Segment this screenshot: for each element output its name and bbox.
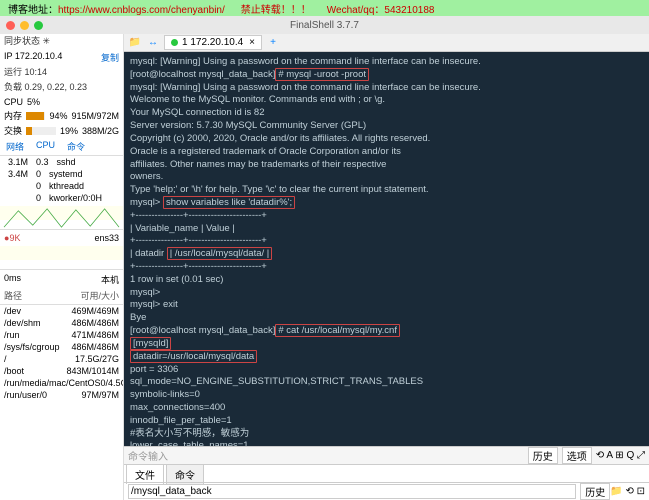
title-bar: FinalShell 3.7.7 xyxy=(0,16,649,34)
net-chart xyxy=(0,206,123,230)
tab-cpu[interactable]: CPU xyxy=(30,138,61,155)
add-tab-button[interactable]: + xyxy=(266,36,280,50)
window-title: FinalShell 3.7.7 xyxy=(290,20,359,31)
latency-chart xyxy=(0,246,123,270)
history-button[interactable]: 历史 xyxy=(528,447,558,464)
host-tab[interactable]: 1 172.20.10.4× xyxy=(164,35,262,50)
sync-icon[interactable]: ↔ xyxy=(146,36,160,50)
path-icons[interactable]: 📁 ⟲ ⊡ xyxy=(610,486,645,497)
close-tab-button[interactable]: × xyxy=(249,37,255,48)
folder-icon[interactable]: 📁 xyxy=(128,36,142,50)
blog-banner: 博客地址：https://www.cnblogs.com/chenyanbin/… xyxy=(0,0,649,16)
tab-commands[interactable]: 命令 xyxy=(166,464,204,484)
toolbar: 📁 ↔ 1 172.20.10.4× + xyxy=(124,34,649,52)
close-window-button[interactable] xyxy=(6,21,15,30)
command-input[interactable]: 命令输入 xyxy=(128,448,168,463)
options-button[interactable]: 选项 xyxy=(562,447,592,464)
command-bar: 命令输入 历史 选项 ⟲ A ⊞ Q ⤢ xyxy=(124,446,649,464)
terminal[interactable]: mysql: [Warning] Using a password on the… xyxy=(124,52,649,446)
path-history-button[interactable]: 历史 xyxy=(580,483,610,500)
path-input[interactable] xyxy=(128,484,576,499)
tab-cmd[interactable]: 命令 xyxy=(61,138,91,155)
sidebar: 同步状态 ✳ IP 172.20.10.4复制 运行 10:14 负载 0.29… xyxy=(0,34,124,500)
tab-net[interactable]: 网络 xyxy=(0,138,30,155)
maximize-window-button[interactable] xyxy=(34,21,43,30)
copy-button[interactable]: 复制 xyxy=(101,51,119,64)
toolbar-icons[interactable]: ⟲ A ⊞ Q ⤢ xyxy=(596,450,645,461)
blog-link[interactable]: https://www.cnblogs.com/chenyanbin/ xyxy=(58,5,225,16)
minimize-window-button[interactable] xyxy=(20,21,29,30)
tab-files[interactable]: 文件 xyxy=(126,464,164,484)
